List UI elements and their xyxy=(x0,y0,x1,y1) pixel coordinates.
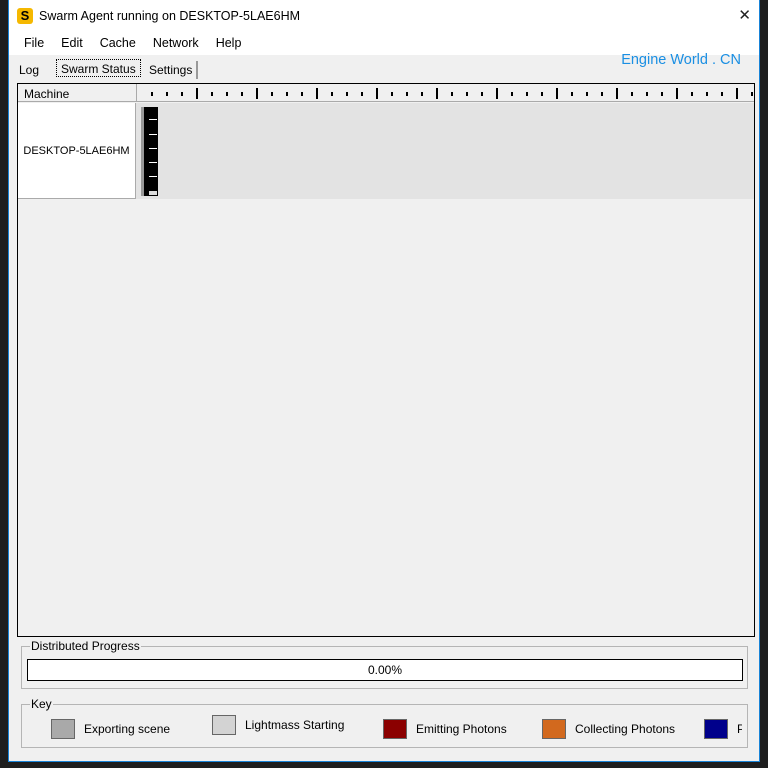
ruler-minor-tick xyxy=(421,92,423,96)
ruler-major-tick xyxy=(436,88,438,99)
menu-file[interactable]: File xyxy=(24,36,44,50)
ruler-minor-tick xyxy=(166,92,168,96)
ruler-minor-tick xyxy=(301,92,303,96)
key-item-lightmass-starting: Lightmass Starting xyxy=(212,715,344,735)
ruler-major-tick xyxy=(196,88,198,99)
ruler-minor-tick xyxy=(226,92,228,96)
ruler-minor-tick xyxy=(151,92,153,96)
key-item-label: Collecting Photons xyxy=(575,722,676,736)
timeline-ruler xyxy=(137,84,754,102)
color-swatch xyxy=(212,715,236,735)
ruler-major-tick xyxy=(256,88,258,99)
close-icon[interactable]: ✕ xyxy=(738,6,751,24)
key-item-label: Lightmass Starting xyxy=(245,718,345,732)
machine-name: DESKTOP-5LAE6HM xyxy=(18,103,136,199)
ruler-minor-tick xyxy=(526,92,528,96)
ruler-minor-tick xyxy=(751,92,753,96)
window-title: Swarm Agent running on DESKTOP-5LAE6HM xyxy=(39,8,301,23)
key-item-truncated: Pr xyxy=(704,719,742,739)
key-item-emitting-photons: Emitting Photons xyxy=(383,719,507,739)
tab-swarm-status[interactable]: Swarm Status xyxy=(56,59,141,77)
tab-bar: Log Swarm Status Settings xyxy=(9,59,759,79)
key-item-label: Exporting scene xyxy=(84,722,171,736)
ruler-minor-tick xyxy=(466,92,468,96)
ruler-minor-tick xyxy=(586,92,588,96)
key-group: Key Exporting scene Lightmass Starting E… xyxy=(21,697,748,748)
ruler-minor-tick xyxy=(361,92,363,96)
ruler-major-tick xyxy=(676,88,678,99)
key-item-collecting-photons: Collecting Photons xyxy=(542,719,675,739)
ruler-minor-tick xyxy=(391,92,393,96)
progress-label: Distributed Progress xyxy=(30,639,141,653)
color-swatch xyxy=(542,719,566,739)
distributed-progress-group: Distributed Progress 0.00% xyxy=(21,639,748,689)
ruler-minor-tick xyxy=(571,92,573,96)
key-item-label: Pr xyxy=(737,722,742,736)
swarm-agent-window: S Swarm Agent running on DESKTOP-5LAE6HM… xyxy=(8,0,760,762)
ruler-minor-tick xyxy=(331,92,333,96)
ruler-minor-tick xyxy=(601,92,603,96)
machine-column-header: Machine xyxy=(24,87,70,101)
ruler-minor-tick xyxy=(721,92,723,96)
ruler-minor-tick xyxy=(406,92,408,96)
title-bar: S Swarm Agent running on DESKTOP-5LAE6HM… xyxy=(9,0,759,31)
ruler-minor-tick xyxy=(541,92,543,96)
ruler-minor-tick xyxy=(706,92,708,96)
ruler-minor-tick xyxy=(211,92,213,96)
menu-edit[interactable]: Edit xyxy=(61,36,83,50)
ruler-major-tick xyxy=(616,88,618,99)
machine-row: DESKTOP-5LAE6HM xyxy=(18,103,754,199)
swarm-status-panel: Machine DESKTOP-5LAE6HM xyxy=(17,83,755,637)
ruler-minor-tick xyxy=(631,92,633,96)
key-item-exporting-scene: Exporting scene xyxy=(51,719,170,739)
color-swatch xyxy=(704,719,728,739)
ruler-major-tick xyxy=(316,88,318,99)
ruler-minor-tick xyxy=(511,92,513,96)
ruler-minor-tick xyxy=(646,92,648,96)
machine-activity-meter xyxy=(141,107,158,196)
color-swatch xyxy=(383,719,407,739)
status-header: Machine xyxy=(18,84,754,102)
ruler-major-tick xyxy=(736,88,738,99)
progress-bar: 0.00% xyxy=(27,659,743,681)
ruler-minor-tick xyxy=(346,92,348,96)
key-item-label: Emitting Photons xyxy=(416,722,507,736)
ruler-minor-tick xyxy=(451,92,453,96)
tab-log[interactable]: Log xyxy=(15,61,43,79)
menu-help[interactable]: Help xyxy=(216,36,242,50)
ruler-minor-tick xyxy=(271,92,273,96)
ruler-minor-tick xyxy=(691,92,693,96)
progress-text: 0.00% xyxy=(367,663,403,677)
menu-network[interactable]: Network xyxy=(153,36,199,50)
ruler-minor-tick xyxy=(286,92,288,96)
menu-cache[interactable]: Cache xyxy=(100,36,136,50)
ruler-minor-tick xyxy=(181,92,183,96)
ruler-minor-tick xyxy=(481,92,483,96)
tab-settings[interactable]: Settings xyxy=(145,61,199,79)
ruler-minor-tick xyxy=(661,92,663,96)
swarm-s-icon: S xyxy=(17,7,33,24)
ruler-minor-tick xyxy=(241,92,243,96)
ruler-major-tick xyxy=(496,88,498,99)
color-swatch xyxy=(51,719,75,739)
ruler-major-tick xyxy=(376,88,378,99)
ruler-major-tick xyxy=(556,88,558,99)
